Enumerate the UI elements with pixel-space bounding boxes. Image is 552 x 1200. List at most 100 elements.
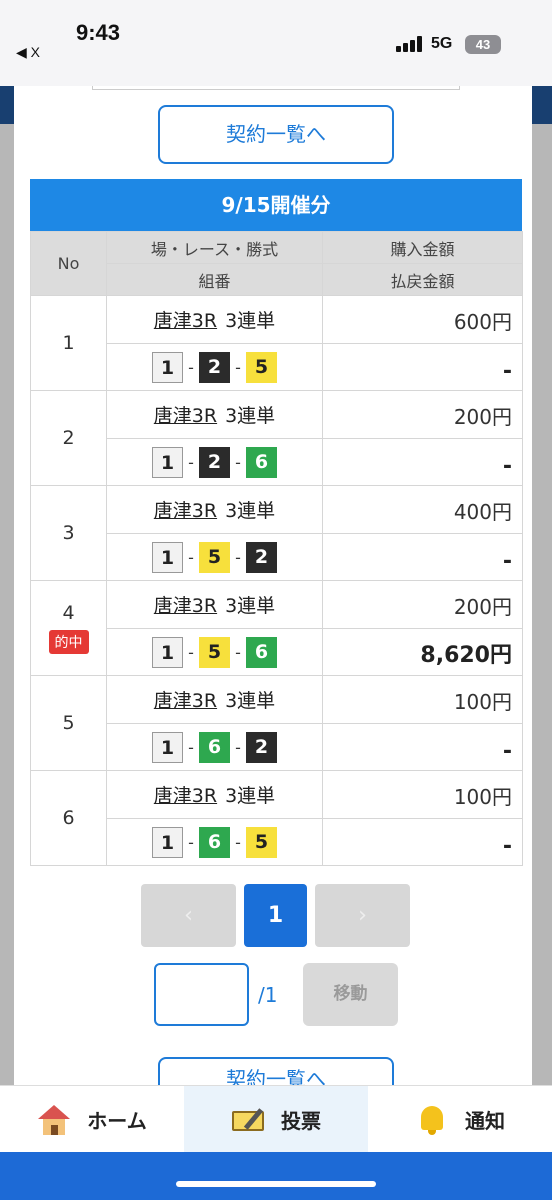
race-link[interactable]: 唐津3R — [154, 405, 217, 427]
row-number: 2 — [62, 427, 75, 449]
combo-separator: - — [235, 737, 241, 757]
boat-number-chip: 5 — [246, 351, 277, 383]
network-type: 5G — [431, 35, 453, 52]
bet-type: 3連単 — [225, 785, 276, 807]
row-number-cell: 6 — [30, 770, 107, 866]
combo-separator: - — [188, 547, 194, 567]
table-row: 6 唐津3R 3連単 100円 — [30, 770, 523, 866]
payout-amount: - — [322, 438, 523, 486]
battery-level: 43 — [475, 37, 491, 52]
payout-amount: 8,620円 — [322, 628, 523, 676]
nav-notice[interactable]: 通知 — [368, 1086, 552, 1153]
status-bar: 9:43 ◀ X 5G 43 — [0, 0, 552, 86]
row-number: 3 — [62, 522, 75, 544]
combo-cell: 1-2-5 — [106, 343, 323, 391]
page-number-input[interactable] — [154, 963, 249, 1026]
combo-separator: - — [235, 452, 241, 472]
purchase-amount: 100円 — [322, 675, 523, 724]
boat-number-chip: 6 — [246, 636, 277, 668]
purchase-amount: 100円 — [322, 770, 523, 819]
previous-section-edge — [92, 86, 460, 90]
race-link[interactable]: 唐津3R — [154, 595, 217, 617]
combo-separator: - — [235, 547, 241, 567]
header-amount: 購入金額 — [322, 231, 523, 264]
nav-home[interactable]: ホーム — [0, 1086, 184, 1153]
combo-separator: - — [235, 357, 241, 377]
bet-type: 3連単 — [225, 595, 276, 617]
nav-vote-label: 投票 — [281, 1109, 321, 1133]
row-number-cell: 1 — [30, 295, 107, 391]
signal-icon — [396, 36, 424, 52]
boat-number-chip: 1 — [152, 446, 183, 478]
combo-separator: - — [188, 452, 194, 472]
row-number-cell: 2 — [30, 390, 107, 486]
row-number-cell: 3 — [30, 485, 107, 581]
home-indicator[interactable] — [176, 1181, 376, 1187]
bet-type: 3連単 — [225, 310, 276, 332]
combo-cell: 1-5-6 — [106, 628, 323, 676]
combo-separator: - — [188, 737, 194, 757]
boat-number-chip: 6 — [199, 731, 230, 763]
table-row: 2 唐津3R 3連単 200円 — [30, 390, 523, 486]
back-to-app-link[interactable]: ◀ X — [16, 44, 40, 61]
race-cell: 唐津3R 3連単 — [106, 390, 323, 439]
hit-badge: 的中 — [48, 630, 89, 654]
boat-number-chip: 2 — [199, 351, 230, 383]
race-cell: 唐津3R 3連単 — [106, 770, 323, 819]
combo-separator: - — [188, 832, 194, 852]
boat-number-chip: 1 — [152, 826, 183, 858]
bell-icon — [415, 1103, 449, 1137]
purchase-amount: 400円 — [322, 485, 523, 534]
race-cell: 唐津3R 3連単 — [106, 485, 323, 534]
boat-number-chip: 6 — [199, 826, 230, 858]
purchase-amount: 200円 — [322, 580, 523, 629]
row-number: 1 — [62, 332, 75, 354]
prev-page-button[interactable]: ‹ — [141, 884, 236, 947]
clock: 9:43 — [76, 20, 121, 45]
boat-number-chip: 1 — [152, 351, 183, 383]
page-total: /1 — [258, 983, 278, 1007]
race-cell: 唐津3R 3連単 — [106, 580, 323, 629]
combo-cell: 1-6-2 — [106, 723, 323, 771]
race-link[interactable]: 唐津3R — [154, 690, 217, 712]
home-icon — [37, 1103, 71, 1137]
nav-home-label: ホーム — [87, 1109, 147, 1133]
combo-cell: 1-2-6 — [106, 438, 323, 486]
bet-type: 3連単 — [225, 690, 276, 712]
boat-number-chip: 5 — [246, 826, 277, 858]
contract-list-button[interactable]: 契約一覧へ — [158, 105, 394, 164]
next-page-button[interactable]: › — [315, 884, 410, 947]
race-link[interactable]: 唐津3R — [154, 500, 217, 522]
boat-number-chip: 6 — [246, 446, 277, 478]
row-number-cell: 5 — [30, 675, 107, 771]
purchase-amount: 200円 — [322, 390, 523, 439]
header-payout: 払戻金額 — [322, 263, 523, 296]
boat-number-chip: 2 — [199, 446, 230, 478]
header-no: No — [30, 231, 107, 296]
header-combo: 組番 — [106, 263, 323, 296]
combo-cell: 1-6-5 — [106, 818, 323, 866]
move-button[interactable]: 移動 — [303, 963, 398, 1026]
race-link[interactable]: 唐津3R — [154, 310, 217, 332]
date-header: 9/15開催分 — [30, 179, 522, 231]
boat-number-chip: 1 — [152, 636, 183, 668]
race-cell: 唐津3R 3連単 — [106, 675, 323, 724]
nav-notice-label: 通知 — [465, 1109, 505, 1133]
combo-separator: - — [188, 642, 194, 662]
row-number: 4 — [62, 602, 75, 624]
nav-vote[interactable]: 投票 — [184, 1086, 368, 1153]
row-number-cell: 4 的中 — [30, 580, 107, 676]
boat-number-chip: 5 — [199, 541, 230, 573]
purchase-amount: 600円 — [322, 295, 523, 344]
bet-table: No 場・レース・勝式 購入金額 組番 払戻金額 1 唐津3R 3連単 600円 1-2… — [30, 231, 523, 866]
bet-type: 3連単 — [225, 500, 276, 522]
boat-number-chip: 1 — [152, 731, 183, 763]
row-number: 6 — [62, 807, 75, 829]
payout-amount: - — [322, 533, 523, 581]
combo-separator: - — [235, 832, 241, 852]
boat-number-chip: 1 — [152, 541, 183, 573]
bottom-navigation: ホーム 投票 通知 — [0, 1085, 552, 1153]
page-1-button[interactable]: 1 — [244, 884, 307, 947]
race-link[interactable]: 唐津3R — [154, 785, 217, 807]
table-row: 1 唐津3R 3連単 600円 — [30, 295, 523, 391]
